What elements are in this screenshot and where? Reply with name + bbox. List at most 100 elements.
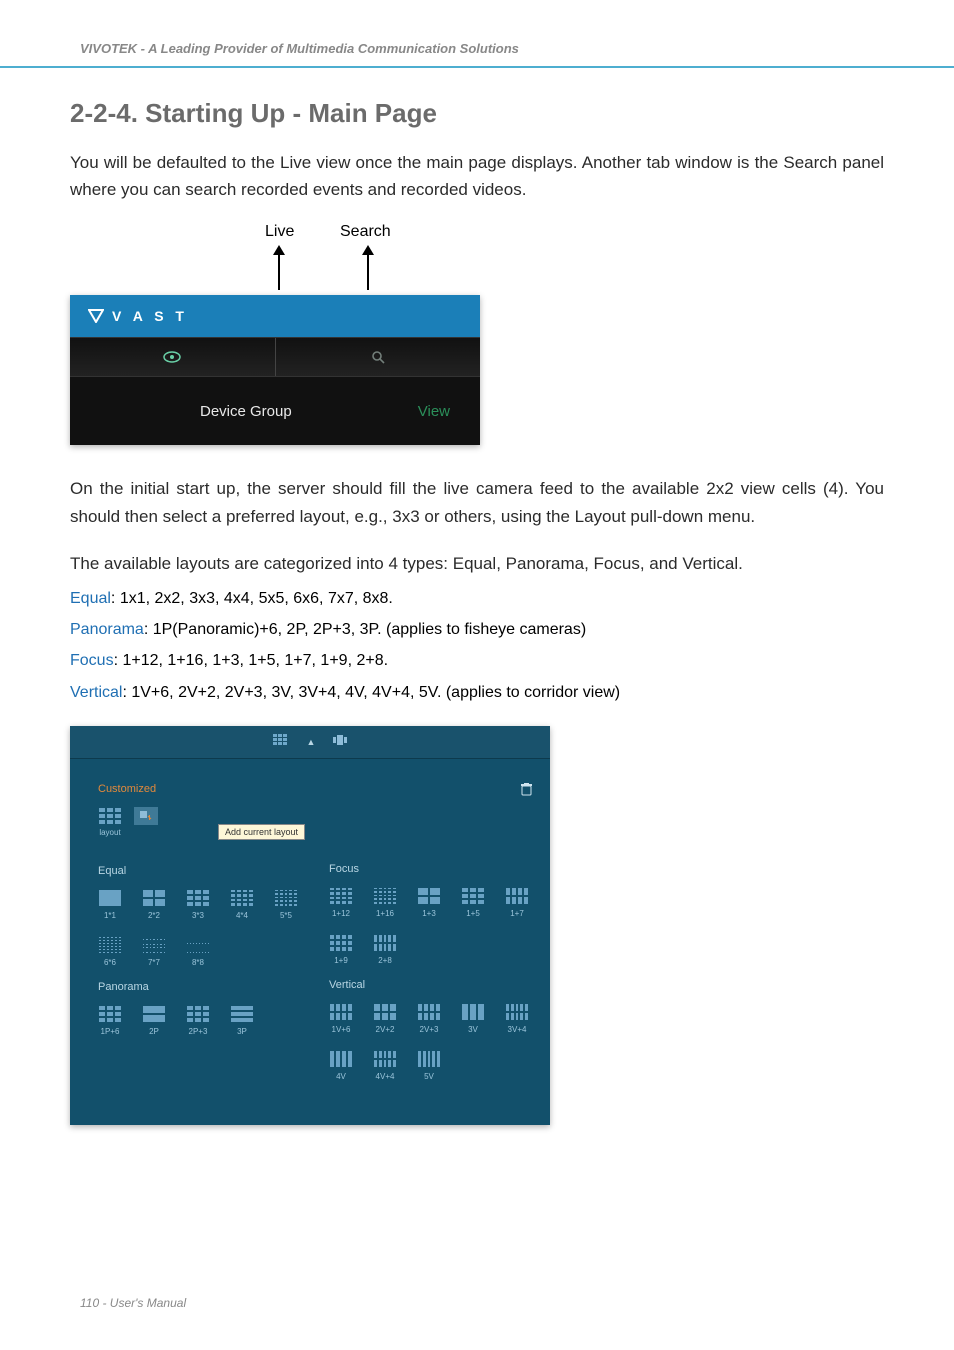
layout-option-label: 2*2 — [148, 911, 160, 920]
layout-option-4V+4[interactable]: 4V+4 — [373, 1050, 397, 1081]
layout-option-2*2[interactable]: 2*2 — [142, 889, 166, 920]
layout-option-label: 1V+6 — [332, 1025, 351, 1034]
vivotek-logo-icon — [88, 309, 104, 323]
toolbar-grid-icon[interactable] — [273, 734, 289, 749]
line-focus: Focus: 1+12, 1+16, 1+3, 1+5, 1+7, 1+9, 2… — [70, 647, 884, 674]
layout-option-3V[interactable]: 3V — [461, 1003, 485, 1034]
add-layout-button[interactable] — [134, 807, 158, 825]
layout-option-1+7[interactable]: 1+7 — [505, 887, 529, 918]
layout-option-label: 4*4 — [236, 911, 248, 920]
view-label[interactable]: View — [418, 403, 450, 420]
fullscreen-icon[interactable] — [333, 735, 347, 748]
layout-option-label: 4V — [336, 1072, 346, 1081]
line-equal: Equal: 1x1, 2x2, 3x3, 4x4, 5x5, 6x6, 7x7… — [70, 585, 884, 612]
layout-option-label: 2+8 — [378, 956, 392, 965]
layout-option-1+3[interactable]: 1+3 — [417, 887, 441, 918]
magnifier-icon — [371, 350, 385, 364]
layout-option-1+5[interactable]: 1+5 — [461, 887, 485, 918]
layout-option-label: 1+12 — [332, 909, 350, 918]
layout-option-label: 2P — [149, 1027, 159, 1036]
layout-option-8*8[interactable]: 8*8 — [186, 936, 210, 967]
layout-option-label: 3V — [468, 1025, 478, 1034]
layout-option-2V+3[interactable]: 2V+3 — [417, 1003, 441, 1034]
eye-icon — [163, 351, 181, 363]
layout-option-2+8[interactable]: 2+8 — [373, 934, 397, 965]
layout-option-label: 2V+2 — [376, 1025, 395, 1034]
page-footer: 110 - User's Manual — [80, 1296, 186, 1310]
layout-option-1P+6[interactable]: 1P+6 — [98, 1005, 122, 1036]
add-layout-icon — [140, 811, 152, 821]
layout-option-4*4[interactable]: 4*4 — [230, 889, 254, 920]
layout-option-2P+3[interactable]: 2P+3 — [186, 1005, 210, 1036]
layout-option-label: 5*5 — [280, 911, 292, 920]
tooltip-add-layout: Add current layout — [218, 824, 305, 840]
key-vertical: Vertical — [70, 684, 122, 701]
layout-option-2P[interactable]: 2P — [142, 1005, 166, 1036]
p-categories: The available layouts are categorized in… — [70, 550, 884, 577]
layout-option-label: 4V+4 — [376, 1072, 395, 1081]
layout-option-7*7[interactable]: 7*7 — [142, 936, 166, 967]
layout-option-label: 3P — [237, 1027, 247, 1036]
tab-live[interactable] — [70, 338, 275, 376]
layout-option-label: 3V+4 — [508, 1025, 527, 1034]
app-name: V A S T — [112, 308, 188, 324]
figure-tabs: Live Search V A S T — [70, 223, 480, 445]
device-group-label: Device Group — [200, 403, 292, 420]
layout-option-label: 1+5 — [466, 909, 480, 918]
layout-option-label: 1+9 — [334, 956, 348, 965]
layout-option-label: 1P+6 — [101, 1027, 120, 1036]
layout-option-1*1[interactable]: 1*1 — [98, 889, 122, 920]
label-search: Search — [340, 223, 391, 241]
category-focus: Focus — [329, 863, 532, 875]
category-customized: Customized — [98, 783, 301, 795]
intro-paragraph: You will be defaulted to the Live view o… — [70, 149, 884, 203]
section-title: 2-2-4. Starting Up - Main Page — [70, 98, 884, 129]
trash-icon[interactable] — [521, 783, 532, 799]
chevron-up-icon[interactable]: ▲ — [307, 737, 316, 747]
label-live: Live — [265, 223, 294, 241]
category-equal: Equal — [98, 865, 301, 877]
tab-search[interactable] — [275, 338, 481, 376]
app-title-bar: V A S T — [70, 295, 480, 337]
key-focus: Focus — [70, 652, 114, 669]
layout-option-label: 2P+3 — [189, 1027, 208, 1036]
layout-option-1+12[interactable]: 1+12 — [329, 887, 353, 918]
category-panorama: Panorama — [98, 981, 301, 993]
layout-option-1+16[interactable]: 1+16 — [373, 887, 397, 918]
layout-option-3*3[interactable]: 3*3 — [186, 889, 210, 920]
layout-option-5*5[interactable]: 5*5 — [274, 889, 298, 920]
pointer-live — [273, 245, 285, 290]
layout-option-6*6[interactable]: 6*6 — [98, 936, 122, 967]
layout-option-label: 1+16 — [376, 909, 394, 918]
layout-option-label: 2V+3 — [420, 1025, 439, 1034]
layout-option-label: 1*1 — [104, 911, 116, 920]
trash-row: . — [329, 783, 532, 799]
layout-option-1V+6[interactable]: 1V+6 — [329, 1003, 353, 1034]
val-vertical: : 1V+6, 2V+2, 2V+3, 3V, 3V+4, 4V, 4V+4, … — [122, 684, 620, 701]
layout-option-2V+2[interactable]: 2V+2 — [373, 1003, 397, 1034]
layout-option-5V[interactable]: 5V — [417, 1050, 441, 1081]
key-panorama: Panorama — [70, 621, 144, 638]
val-focus: : 1+12, 1+16, 1+3, 1+5, 1+7, 1+9, 2+8. — [114, 652, 388, 669]
layout-option-label: 5V — [424, 1072, 434, 1081]
layout-option-3P[interactable]: 3P — [230, 1005, 254, 1036]
val-panorama: : 1P(Panoramic)+6, 2P, 2P+3, 3P. (applie… — [144, 621, 586, 638]
layout-option-label: 6*6 — [104, 958, 116, 967]
line-vertical: Vertical: 1V+6, 2V+2, 2V+3, 3V, 3V+4, 4V… — [70, 679, 884, 706]
line-panorama: Panorama: 1P(Panoramic)+6, 2P, 2P+3, 3P.… — [70, 616, 884, 643]
header-text: VIVOTEK - A Leading Provider of Multimed… — [80, 41, 519, 56]
layout-option-label: 3*3 — [192, 911, 204, 920]
layout-option-3V+4[interactable]: 3V+4 — [505, 1003, 529, 1034]
key-equal: Equal — [70, 590, 111, 607]
layout-option-label: 8*8 — [192, 958, 204, 967]
category-vertical: Vertical — [329, 979, 532, 991]
layout-option-1+9[interactable]: 1+9 — [329, 934, 353, 965]
figure-layout-picker: ▲ Customized layout — [70, 726, 550, 1125]
p-startup: On the initial start up, the server shou… — [70, 475, 884, 529]
pointer-search — [362, 245, 374, 290]
custom-layout-item[interactable]: layout — [98, 807, 122, 837]
layout-option-4V[interactable]: 4V — [329, 1050, 353, 1081]
val-equal: : 1x1, 2x2, 3x3, 4x4, 5x5, 6x6, 7x7, 8x8… — [111, 590, 393, 607]
layout-option-label: 7*7 — [148, 958, 160, 967]
custom-layout-label: layout — [99, 828, 120, 837]
